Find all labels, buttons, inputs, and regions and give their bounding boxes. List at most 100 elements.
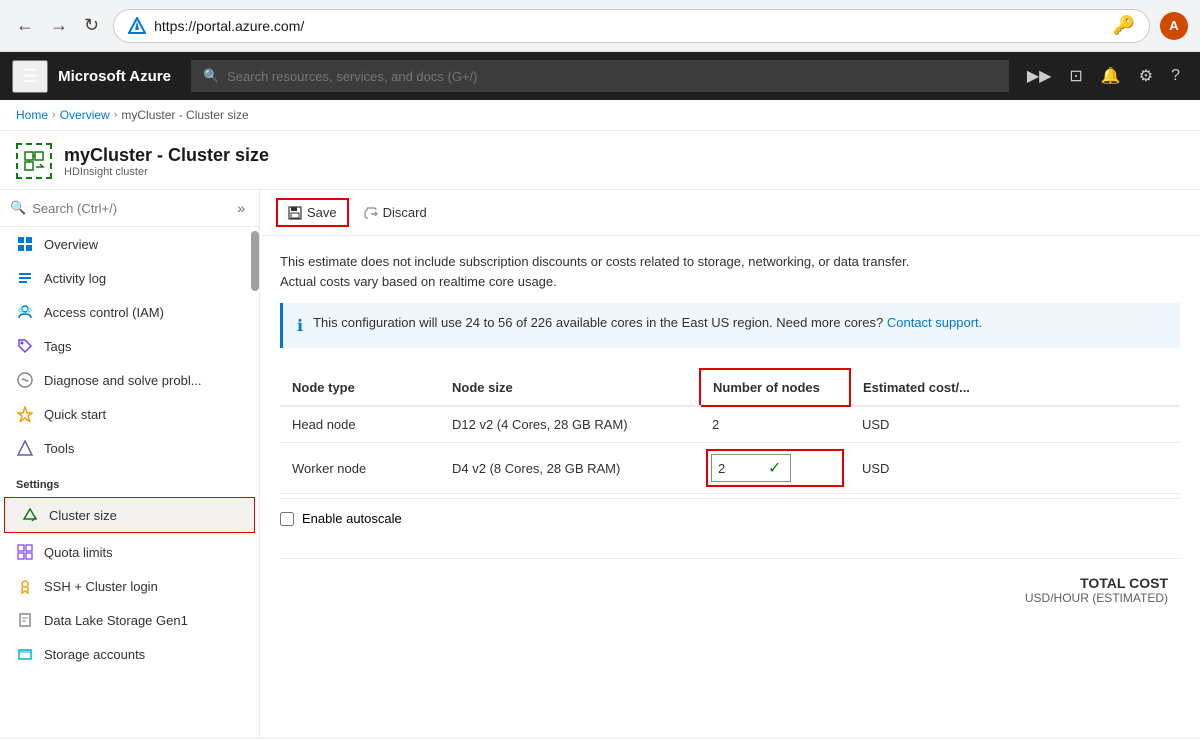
toolbar: Save Discard xyxy=(260,190,1200,236)
url-text: https://portal.azure.com/ xyxy=(154,18,304,34)
sidebar-search-icon: 🔍 xyxy=(10,200,26,216)
sidebar-item-diagnose[interactable]: Diagnose and solve probl... xyxy=(0,363,259,397)
breadcrumb-overview[interactable]: Overview xyxy=(60,108,110,122)
azure-brand: Microsoft Azure xyxy=(58,68,171,85)
worker-node-count-input[interactable] xyxy=(718,461,768,476)
page-subtitle: HDInsight cluster xyxy=(64,166,269,178)
sidebar-container: 🔍 » Overview xyxy=(0,190,260,737)
head-node-count: 2 xyxy=(700,406,850,443)
total-cost-area: TOTAL COST USD/HOUR (ESTIMATED) xyxy=(280,558,1180,605)
hamburger-menu[interactable]: ☰ xyxy=(12,60,48,93)
sidebar-item-quota-limits[interactable]: Quota limits xyxy=(0,535,259,569)
sidebar-item-tags[interactable]: Tags xyxy=(0,329,259,363)
tools-icon xyxy=(16,439,34,457)
key-icon: 🔑 xyxy=(1113,15,1135,36)
refresh-button[interactable]: ↻ xyxy=(80,11,103,40)
browser-nav-buttons: ← → ↻ xyxy=(12,11,103,40)
sidebar-item-label-tags: Tags xyxy=(44,339,71,354)
table-row-worker-node: Worker node D4 v2 (8 Cores, 28 GB RAM) ✓… xyxy=(280,443,1180,494)
col-header-node-size: Node size xyxy=(440,369,700,406)
contact-support-link[interactable]: Contact support. xyxy=(887,315,982,330)
cloud-shell-button[interactable]: ▶▶ xyxy=(1019,58,1060,94)
sidebar-collapse-button[interactable]: » xyxy=(233,198,249,218)
main-layout: 🔍 » Overview xyxy=(0,190,1200,737)
help-button[interactable]: ? xyxy=(1163,59,1188,93)
azure-logo-icon xyxy=(128,17,146,35)
sidebar-scrollbar-thumb[interactable] xyxy=(251,231,259,291)
sidebar-item-cluster-size[interactable]: Cluster size xyxy=(4,497,255,533)
worker-node-input-wrapper[interactable]: ✓ xyxy=(711,454,791,482)
cluster-size-nav-icon xyxy=(21,506,39,524)
worker-node-cost: USD xyxy=(850,443,1180,494)
head-node-size: D12 v2 (4 Cores, 28 GB RAM) xyxy=(440,406,700,443)
topnav-search-input[interactable] xyxy=(227,69,997,84)
sidebar-item-data-lake[interactable]: Data Lake Storage Gen1 xyxy=(0,603,259,637)
settings-button[interactable]: ⚙ xyxy=(1131,58,1161,94)
table-row-head-node: Head node D12 v2 (4 Cores, 28 GB RAM) 2 … xyxy=(280,406,1180,443)
tags-icon xyxy=(16,337,34,355)
diagnose-icon xyxy=(16,371,34,389)
sidebar-item-label-ssh-login: SSH + Cluster login xyxy=(44,579,158,594)
info-text: This configuration will use 24 to 56 of … xyxy=(313,315,982,330)
address-bar[interactable]: https://portal.azure.com/ 🔑 xyxy=(113,9,1150,43)
breadcrumb-home[interactable]: Home xyxy=(16,108,48,122)
save-label: Save xyxy=(307,205,337,220)
access-control-icon xyxy=(16,303,34,321)
sidebar-nav: Overview Activity log Access control (IA… xyxy=(0,227,259,737)
col-header-node-type: Node type xyxy=(280,369,440,406)
col-header-number-of-nodes: Number of nodes xyxy=(700,369,850,406)
sidebar-item-access-control[interactable]: Access control (IAM) xyxy=(0,295,259,329)
notifications-button[interactable]: 🔔 xyxy=(1093,58,1129,94)
topnav-search-container[interactable]: 🔍 xyxy=(191,60,1009,92)
sidebar-item-quick-start[interactable]: Quick start xyxy=(0,397,259,431)
head-node-cost: USD xyxy=(850,406,1180,443)
total-cost-label: TOTAL COST xyxy=(292,575,1168,591)
forward-button[interactable]: → xyxy=(46,11,72,40)
sidebar: 🔍 » Overview xyxy=(0,190,260,737)
sidebar-item-overview[interactable]: Overview xyxy=(0,227,259,261)
content-area: Save Discard This estimate does not incl… xyxy=(260,190,1200,737)
discard-button[interactable]: Discard xyxy=(353,199,438,226)
sidebar-item-label-quota-limits: Quota limits xyxy=(44,545,113,560)
activity-log-icon xyxy=(16,269,34,287)
azure-topnav: ☰ Microsoft Azure 🔍 ▶▶ ⊡ 🔔 ⚙ ? xyxy=(0,52,1200,100)
directory-button[interactable]: ⊡ xyxy=(1061,58,1090,94)
nodes-table: Node type Node size Number of nodes Esti… xyxy=(280,368,1180,494)
sidebar-item-label-cluster-size: Cluster size xyxy=(49,508,117,523)
sidebar-item-tools[interactable]: Tools xyxy=(0,431,259,465)
sidebar-item-label-tools: Tools xyxy=(44,441,74,456)
page-title: myCluster - Cluster size xyxy=(64,145,269,166)
user-avatar[interactable]: A xyxy=(1160,12,1188,40)
worker-node-size: D4 v2 (8 Cores, 28 GB RAM) xyxy=(440,443,700,494)
sidebar-search-bar: 🔍 » xyxy=(0,190,259,227)
breadcrumb: Home › Overview › myCluster - Cluster si… xyxy=(0,100,1200,131)
breadcrumb-sep-1: › xyxy=(52,109,56,121)
breadcrumb-sep-2: › xyxy=(114,109,118,121)
autoscale-row: Enable autoscale xyxy=(280,498,1180,538)
total-cost-sub: USD/HOUR (ESTIMATED) xyxy=(292,591,1168,605)
worker-node-type: Worker node xyxy=(280,443,440,494)
head-node-type: Head node xyxy=(280,406,440,443)
sidebar-item-label-activity-log: Activity log xyxy=(44,271,106,286)
quota-limits-icon xyxy=(16,543,34,561)
sidebar-item-activity-log[interactable]: Activity log xyxy=(0,261,259,295)
breadcrumb-current: myCluster - Cluster size xyxy=(121,108,248,122)
storage-accounts-icon xyxy=(16,645,34,663)
sidebar-item-ssh-login[interactable]: SSH + Cluster login xyxy=(0,569,259,603)
autoscale-label[interactable]: Enable autoscale xyxy=(302,511,402,526)
enable-autoscale-checkbox[interactable] xyxy=(280,512,294,526)
page-title-block: myCluster - Cluster size HDInsight clust… xyxy=(64,145,269,178)
sidebar-item-label-diagnose: Diagnose and solve probl... xyxy=(44,373,202,388)
sidebar-item-storage-accounts[interactable]: Storage accounts xyxy=(0,637,259,671)
quick-start-icon xyxy=(16,405,34,423)
sidebar-search-input[interactable] xyxy=(32,201,227,216)
sidebar-item-label-storage-accounts: Storage accounts xyxy=(44,647,145,662)
save-button[interactable]: Save xyxy=(276,198,349,227)
save-icon xyxy=(288,206,302,220)
settings-section-title: Settings xyxy=(0,465,259,495)
overview-icon xyxy=(16,235,34,253)
back-button[interactable]: ← xyxy=(12,11,38,40)
data-lake-icon xyxy=(16,611,34,629)
sidebar-item-label-quick-start: Quick start xyxy=(44,407,106,422)
info-box: ℹ This configuration will use 24 to 56 o… xyxy=(280,303,1180,348)
